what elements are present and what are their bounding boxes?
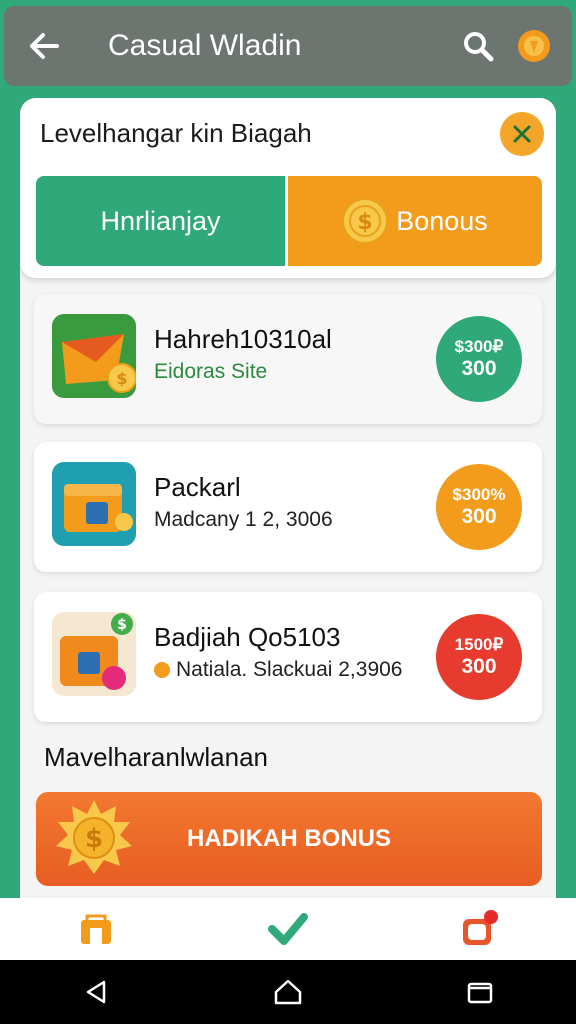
list-item[interactable]: $ Hahreh10310al Eidoras Site $300₽ 300 xyxy=(34,294,542,424)
item-subtitle: Natiala. Slackuai 2,3906 xyxy=(154,658,402,682)
item-subtitle: Madcany 1 2, 3006 xyxy=(154,508,333,531)
tab-bonus-label: Bonous xyxy=(396,205,488,236)
tab-primary-label: Hnrlianjay xyxy=(100,205,221,236)
price-badge[interactable]: $300% 300 xyxy=(436,464,522,550)
home-icon xyxy=(274,979,302,1005)
item-title: Packarl xyxy=(154,472,241,502)
tab-switcher: Hnrlianjay $ Bonous xyxy=(36,176,542,266)
svg-text:$: $ xyxy=(116,369,127,388)
check-icon xyxy=(268,913,308,945)
shop-icon xyxy=(81,914,111,944)
system-nav-bar xyxy=(0,960,576,1024)
svg-text:$: $ xyxy=(358,210,373,235)
svg-text:$: $ xyxy=(85,824,103,854)
offer-thumbnail xyxy=(52,462,136,546)
badge-bottom: 300 xyxy=(461,654,497,678)
bonus-button-label: HADIKAH BONUS xyxy=(187,825,391,852)
svg-text:$: $ xyxy=(117,617,127,633)
close-button[interactable] xyxy=(500,112,544,156)
badge-top: 1500₽ xyxy=(454,635,504,655)
badge-bottom: 300 xyxy=(461,504,497,528)
item-title: Badjiah Qo5103 xyxy=(154,622,341,652)
back-button[interactable] xyxy=(4,6,84,86)
item-subtitle-text: Natiala. Slackuai 2,3906 xyxy=(176,658,403,681)
coin-burst-icon: $ xyxy=(56,800,132,874)
back-arrow-icon xyxy=(30,33,59,59)
offer-thumbnail: $ xyxy=(52,314,136,398)
envelope-coin-icon: $ xyxy=(52,314,136,398)
system-recents-button[interactable] xyxy=(450,962,510,1022)
tab-bonus[interactable]: $ Bonous xyxy=(288,176,542,266)
tab-primary[interactable]: Hnrlianjay xyxy=(36,176,288,266)
panel-title: Levelhangar kin Biagah xyxy=(40,118,312,148)
bonus-button[interactable]: $ HADIKAH BONUS xyxy=(36,792,542,886)
item-subtitle: Eidoras Site xyxy=(154,360,268,383)
search-button[interactable] xyxy=(454,22,502,70)
profile-coin-button[interactable] xyxy=(514,26,554,66)
badge-bottom: 300 xyxy=(461,356,497,380)
offer-thumbnail: $ xyxy=(52,612,136,696)
nav-shop[interactable] xyxy=(66,899,126,959)
warning-dot-icon xyxy=(154,662,170,678)
search-icon xyxy=(464,32,494,62)
treasure-box-icon xyxy=(52,462,136,546)
recents-icon xyxy=(467,982,493,1004)
badge-top: $300% xyxy=(452,485,506,505)
price-badge[interactable]: $300₽ 300 xyxy=(436,316,522,402)
app-bar: Casual Wladin xyxy=(4,6,572,86)
nav-notifications[interactable] xyxy=(450,899,510,959)
app-title: Casual Wladin xyxy=(108,29,302,62)
badge-top: $300₽ xyxy=(454,337,504,357)
coin-icon: $ xyxy=(342,198,389,244)
notification-box-icon xyxy=(463,910,498,945)
panel-header: Levelhangar kin Biagah Hnrlianjay $ Bono… xyxy=(20,98,556,278)
system-back-button[interactable] xyxy=(66,962,126,1022)
close-icon xyxy=(513,125,531,143)
nav-tasks[interactable] xyxy=(258,899,318,959)
bottom-nav xyxy=(0,898,576,960)
main-panel: Levelhangar kin Biagah Hnrlianjay $ Bono… xyxy=(20,98,556,960)
system-home-button[interactable] xyxy=(258,962,318,1022)
list-item[interactable]: $ Badjiah Qo5103 Natiala. Slackuai 2,390… xyxy=(34,592,542,722)
item-title: Hahreh10310al xyxy=(154,324,332,354)
list-item[interactable]: Packarl Madcany 1 2, 3006 $300% 300 xyxy=(34,442,542,572)
price-badge[interactable]: 1500₽ 300 xyxy=(436,614,522,700)
coin-icon xyxy=(518,30,550,62)
section-title: Mavelharanlwlanan xyxy=(44,742,269,772)
back-triangle-icon xyxy=(86,980,106,1004)
gift-box-icon: $ xyxy=(52,612,136,696)
